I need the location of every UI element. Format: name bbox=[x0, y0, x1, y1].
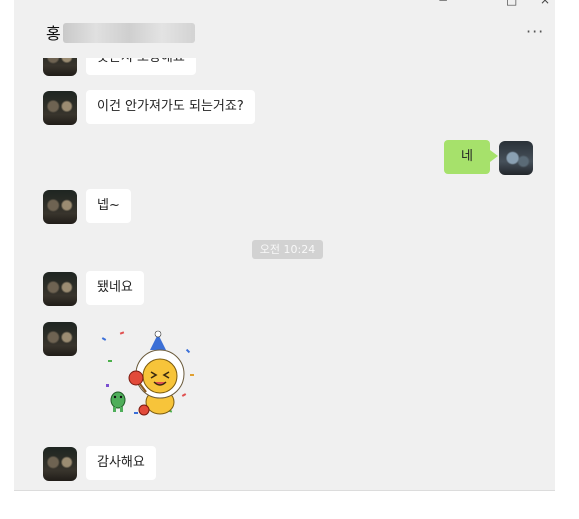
title-bar-cover: − □ × 홍 ··· bbox=[14, 0, 555, 58]
maximize-button[interactable]: □ bbox=[506, 0, 517, 7]
chat-title: 홍 bbox=[46, 20, 195, 44]
chat-window: − □ × 홍 ··· 못본지 오랑해요 − □ × 홍 ··· 이건 안가져가… bbox=[14, 0, 555, 491]
message-bubble: 넵~ bbox=[86, 189, 131, 223]
time-divider: 오전 10:24 bbox=[252, 240, 323, 259]
party-lion-sticker[interactable] bbox=[98, 330, 198, 420]
message-bubble: 됐네요 bbox=[86, 271, 144, 305]
message-bubble: 감사해요 bbox=[86, 446, 156, 480]
avatar[interactable] bbox=[43, 272, 77, 306]
avatar[interactable] bbox=[43, 322, 77, 356]
minimize-button[interactable]: − bbox=[438, 0, 448, 7]
redacted-name-blur bbox=[62, 23, 195, 43]
avatar[interactable] bbox=[43, 447, 77, 481]
close-button[interactable]: × bbox=[540, 0, 550, 7]
bubble-tail bbox=[490, 150, 498, 162]
my-message-bubble: 네 bbox=[444, 140, 490, 174]
more-menu-button[interactable]: ··· bbox=[526, 24, 544, 40]
message-bubble: 이건 안가져가도 되는거죠? bbox=[86, 90, 255, 124]
avatar[interactable] bbox=[43, 190, 77, 224]
my-avatar[interactable] bbox=[499, 141, 533, 175]
chat-title-text: 홍 bbox=[46, 24, 61, 43]
avatar[interactable] bbox=[43, 91, 77, 125]
